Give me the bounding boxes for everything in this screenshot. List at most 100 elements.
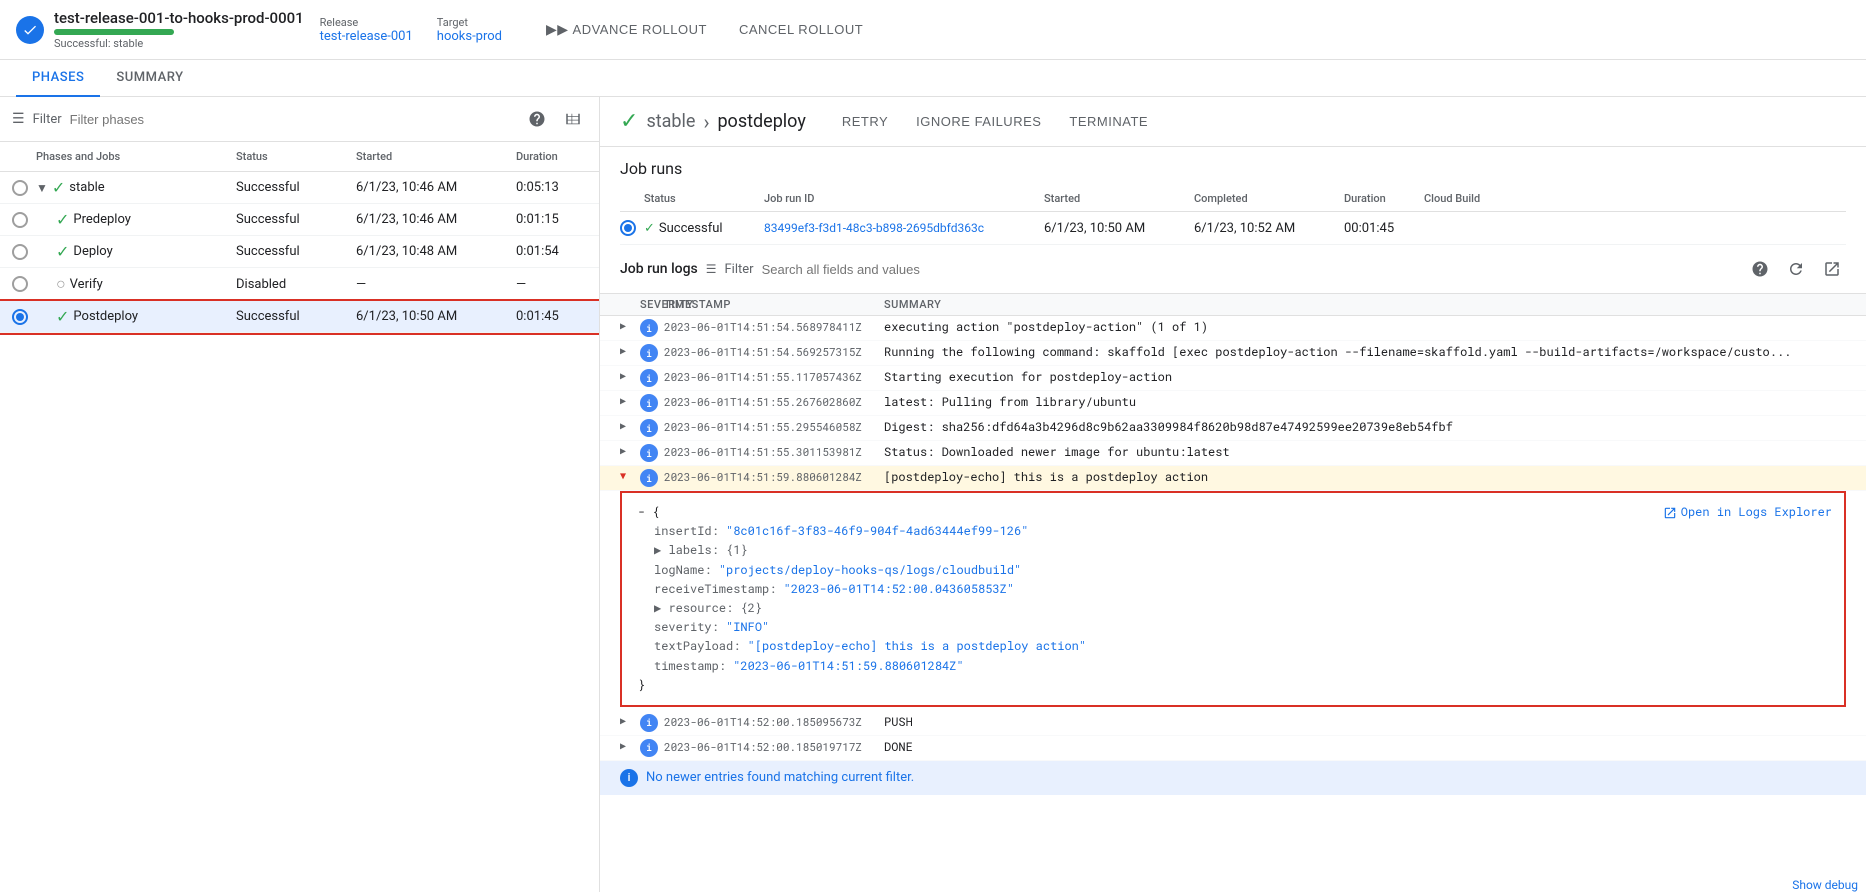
timestamp-log8: 2023-06-01T14:52:00.185095673Z (664, 714, 884, 729)
summary-log5: Digest: sha256:dfd64a3b4296d8c9b62aa3309… (884, 419, 1846, 435)
duration-verify: — (516, 277, 600, 292)
log-row[interactable]: ▶ i 2023-06-01T14:51:54.568978411Z execu… (600, 316, 1866, 341)
tab-phases[interactable]: PHASES (16, 60, 100, 97)
log-row[interactable]: ▶ i 2023-06-01T14:51:55.301153981Z Statu… (600, 441, 1866, 466)
columns-icon[interactable] (559, 105, 587, 133)
help-icon[interactable] (523, 105, 551, 133)
table-row[interactable]: ▼ ✓ stable Successful 6/1/23, 10:46 AM 0… (0, 172, 599, 204)
open-logs-explorer-btn[interactable]: Open in Logs Explorer (1663, 503, 1832, 522)
log-detail-severity: severity: "INFO" (638, 618, 1828, 637)
table-row[interactable]: ○ Verify Disabled — — — (0, 268, 599, 301)
log-detail-receivets: receiveTimestamp: "2023-06-01T14:52:00.0… (638, 580, 1828, 599)
tab-summary[interactable]: SUMMARY (100, 60, 199, 97)
expand-log8[interactable]: ▶ (620, 714, 640, 727)
retry-button[interactable]: RETRY (834, 110, 896, 133)
severity-key: severity: (654, 619, 726, 635)
open-external-icon[interactable] (1818, 255, 1846, 283)
help-logs-icon[interactable] (1746, 255, 1774, 283)
table-row[interactable]: ✓ Deploy Successful 6/1/23, 10:48 AM 0:0… (0, 236, 599, 268)
table-row[interactable]: ✓ Postdeploy Successful 6/1/23, 10:50 AM… (0, 301, 599, 333)
expand-log4[interactable]: ▶ (620, 394, 640, 407)
timestamp-log9: 2023-06-01T14:52:00.185019717Z (664, 739, 884, 754)
jr-row[interactable]: ✓ Successful 83499ef3-f3d1-48c3-b898-269… (620, 212, 1846, 245)
release-link[interactable]: test-release-001 (320, 29, 413, 44)
table-row[interactable]: ✓ Predeploy Successful 6/1/23, 10:46 AM … (0, 204, 599, 236)
duration-postdeploy: 0:01:45 (516, 309, 600, 324)
terminate-button[interactable]: TERMINATE (1061, 110, 1156, 133)
summary-log7: [postdeploy-echo] this is a postdeploy a… (884, 469, 1846, 485)
filter-input[interactable] (70, 112, 515, 127)
started-stable: 6/1/23, 10:46 AM (356, 180, 516, 195)
table-header: Phases and Jobs Status Started Duration … (0, 142, 599, 172)
log-row[interactable]: ▶ i 2023-06-01T14:52:00.185095673Z PUSH (600, 711, 1866, 736)
success-icon (16, 16, 44, 44)
log-detail-resource: ▶ resource: {2} (638, 599, 1828, 618)
open-logs-explorer-link[interactable]: Open in Logs Explorer (1663, 503, 1832, 522)
phase-label-postdeploy: Postdeploy (73, 309, 138, 324)
expand-log3[interactable]: ▶ (620, 369, 640, 382)
jr-col-started: Started (1044, 192, 1194, 205)
refresh-logs-icon[interactable] (1782, 255, 1810, 283)
header-actions: ▶▶ ADVANCE ROLLOUT CANCEL ROLLOUT (534, 15, 875, 44)
status-icon-predeploy: ✓ (56, 210, 69, 229)
log-row[interactable]: ▶ i 2023-06-01T14:51:55.295546058Z Diges… (600, 416, 1866, 441)
expand-icon-stable: ▼ (36, 181, 48, 195)
expand-log2[interactable]: ▶ (620, 344, 640, 357)
release-meta: Release test-release-001 (320, 16, 413, 44)
log-search-input[interactable] (762, 262, 1738, 277)
status-postdeploy: Successful (236, 309, 356, 324)
show-debug-link[interactable]: Show debug (1792, 878, 1858, 892)
log-row[interactable]: ▶ i 2023-06-01T14:51:55.117057436Z Start… (600, 366, 1866, 391)
log-row[interactable]: ▶ i 2023-06-01T14:51:55.267602860Z lates… (600, 391, 1866, 416)
filter-logs-label: Filter (725, 262, 754, 277)
started-deploy: 6/1/23, 10:48 AM (356, 244, 516, 259)
jr-status-label: Successful (659, 221, 723, 236)
status-deploy: Successful (236, 244, 356, 259)
col-status: Status (236, 150, 356, 163)
col-summary: SUMMARY (884, 298, 1846, 311)
expand-log1[interactable]: ▶ (620, 319, 640, 332)
jr-col-completed: Completed (1194, 192, 1344, 205)
log-row[interactable]: ▼ i 2023-06-01T14:51:59.880601284Z [post… (600, 466, 1866, 491)
jr-header: Status Job run ID Started Completed Dura… (620, 186, 1846, 212)
textpayload-key: textPayload: (654, 638, 748, 654)
log-row[interactable]: ▶ i 2023-06-01T14:51:54.569257315Z Runni… (600, 341, 1866, 366)
cancel-rollout-button[interactable]: CANCEL ROLLOUT (727, 16, 875, 43)
left-panel: ☰ Filter Phases and Jobs Status Started … (0, 97, 600, 892)
open-logs-explorer-label: Open in Logs Explorer (1681, 503, 1832, 522)
expand-log9[interactable]: ▶ (620, 739, 640, 752)
resource-key: resource: {2} (668, 600, 762, 616)
advance-rollout-button[interactable]: ▶▶ ADVANCE ROLLOUT (534, 15, 719, 44)
expand-labels[interactable]: ▶ (654, 542, 668, 558)
log-row[interactable]: ▶ i 2023-06-01T14:52:00.185019717Z DONE (600, 736, 1866, 761)
target-link[interactable]: hooks-prod (437, 29, 502, 44)
expand-log6[interactable]: ▶ (620, 444, 640, 457)
expand-resource[interactable]: ▶ (654, 600, 668, 616)
right-header-title: ✓ stable › postdeploy (620, 109, 806, 134)
status-stable: Successful (236, 180, 356, 195)
labels-key: labels: {1} (668, 542, 747, 558)
phase-name-deploy: ✓ Deploy (36, 242, 236, 261)
duration-stable: 0:05:13 (516, 180, 600, 195)
insert-id-key: insertId: (654, 523, 726, 539)
severity-log2: i (640, 344, 658, 362)
ignore-failures-button[interactable]: IGNORE FAILURES (908, 110, 1049, 133)
expand-log5[interactable]: ▶ (620, 419, 640, 432)
phase-stable-label: stable (646, 111, 695, 132)
summary-log4: latest: Pulling from library/ubuntu (884, 394, 1846, 410)
header-progress: Successful: stable (54, 27, 304, 50)
phase-label-verify: Verify (70, 277, 103, 292)
jr-id: 83499ef3-f3d1-48c3-b898-2695dbfd363c (764, 221, 1044, 235)
phase-check-icon: ✓ (620, 109, 638, 134)
timestamp-log5: 2023-06-01T14:51:55.295546058Z (664, 419, 884, 434)
jr-radio (620, 220, 636, 236)
progress-label: Successful: stable (54, 37, 304, 50)
status-icon-verify: ○ (56, 274, 66, 294)
radio-postdeploy (12, 309, 28, 325)
timestamp-log3: 2023-06-01T14:51:55.117057436Z (664, 369, 884, 384)
expand-log7[interactable]: ▼ (620, 469, 640, 482)
phase-label-stable: stable (69, 180, 104, 195)
right-panel: ✓ stable › postdeploy RETRY IGNORE FAILU… (600, 97, 1866, 892)
radio-predeploy (12, 212, 28, 228)
jr-col-duration: Duration (1344, 192, 1424, 205)
